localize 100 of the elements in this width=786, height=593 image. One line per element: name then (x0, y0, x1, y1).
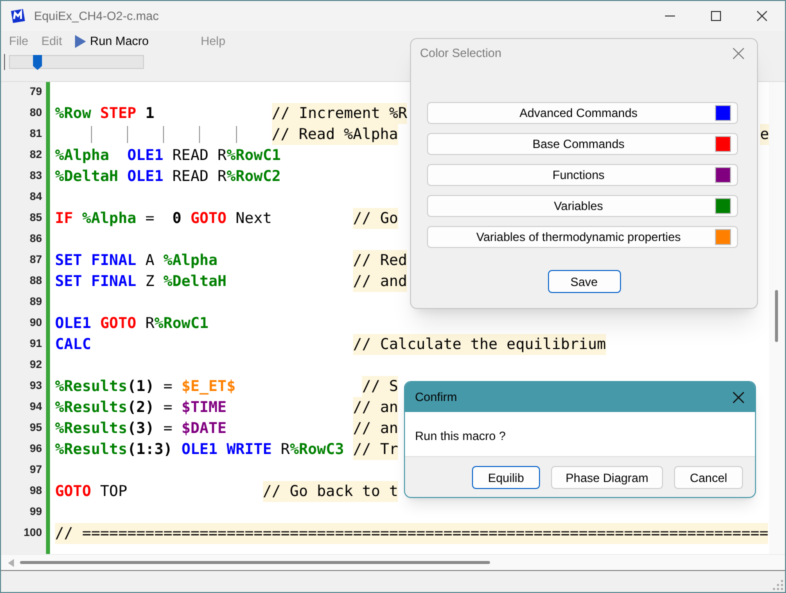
dialog-title: Color Selection (420, 45, 502, 62)
line-number: 97 (30, 463, 42, 478)
code-text: Z (145, 271, 154, 292)
menu-item[interactable]: Run Macro (75, 32, 149, 50)
maximize-icon[interactable] (711, 11, 721, 21)
code-text: = (163, 418, 172, 439)
code-value: (1) (127, 376, 154, 397)
variable-name: %RowC2 (226, 166, 281, 187)
code-value: (1:3) (127, 439, 172, 460)
line-number: 92 (30, 358, 42, 374)
code-comment: // Tr (353, 439, 398, 460)
close-icon[interactable] (757, 11, 767, 21)
save-button[interactable]: Save (548, 270, 620, 293)
line-number: 79 (30, 85, 42, 100)
function-name: $DATE (181, 418, 227, 439)
color-swatch[interactable] (715, 229, 731, 245)
variable-name: %DeltaH (55, 166, 118, 187)
variable-name: %Results (55, 376, 128, 397)
code-comment: // and (353, 271, 408, 292)
property-variable: $E_ET$ (181, 376, 236, 397)
line-number: 90 (30, 316, 42, 332)
variable-name: %RowC3 (290, 439, 344, 460)
variable-name: %Alpha (55, 145, 110, 166)
color-swatch[interactable] (715, 167, 731, 183)
variable-name: %DeltaH (163, 271, 227, 292)
scrollbar-thumb[interactable] (775, 290, 778, 342)
variable-name: %Alpha (82, 208, 136, 229)
dialog-button[interactable]: Cancel (674, 466, 743, 489)
command-keyword: WRITE (226, 439, 272, 460)
code-text: = (163, 376, 172, 397)
play-icon (75, 34, 86, 48)
dialog-button[interactable]: Phase Diagram (551, 466, 663, 489)
color-swatch[interactable] (715, 105, 731, 121)
code-text: READ R (172, 166, 227, 187)
code-value: 0 (172, 208, 182, 229)
line-number: 95 (30, 421, 42, 436)
code-comment: // an (353, 397, 398, 418)
code-text: A (145, 250, 154, 271)
color-option-button[interactable]: Variables (427, 195, 738, 217)
line-number: 91 (30, 337, 42, 352)
dialog-button[interactable]: Equilib (472, 466, 540, 489)
command-keyword: OLE1 (181, 439, 218, 460)
line-number: 85 (30, 211, 42, 226)
line-number: 100 (24, 526, 42, 542)
line-number: 80 (30, 106, 42, 122)
slider-thumb[interactable] (33, 55, 42, 70)
code-text: = (145, 208, 154, 229)
line-number: 88 (30, 274, 42, 290)
variable-name: %RowC1 (154, 313, 209, 334)
line-number: 93 (30, 379, 42, 394)
command-keyword: FINAL (91, 271, 136, 292)
command-keyword: SET (55, 271, 82, 292)
dialog-title: Confirm (415, 389, 458, 406)
color-option-button[interactable]: Functions (427, 164, 738, 186)
code-comment: // Go (353, 208, 398, 229)
slider-track[interactable] (9, 55, 144, 69)
code-text: TOP (100, 481, 128, 502)
code-comment: // Increment %R (272, 103, 408, 124)
command-keyword: FINAL (91, 250, 136, 271)
line-number: 82 (30, 148, 42, 164)
line-number: 89 (30, 295, 42, 310)
color-swatch[interactable] (715, 198, 731, 214)
color-option-button[interactable]: Base Commands (427, 133, 738, 155)
command-keyword: OLE1 (55, 313, 92, 334)
dialog-message: Run this macro ? (415, 428, 506, 445)
code-text: R (280, 439, 290, 460)
variable-name: %Results (55, 397, 128, 418)
line-number: 86 (30, 232, 42, 248)
close-icon[interactable] (733, 392, 744, 402)
line-number: 84 (30, 190, 42, 206)
color-option-button[interactable]: Advanced Commands (427, 102, 738, 124)
color-swatch[interactable] (715, 136, 731, 152)
code-comment: // an (353, 418, 398, 439)
command-keyword: GOTO (55, 481, 92, 502)
scrollbar-thumb[interactable] (20, 561, 490, 564)
command-keyword: OLE1 (127, 145, 164, 166)
command-keyword: STEP (100, 103, 136, 124)
window-title: EquiEx_CH4-O2-c.mac (34, 8, 159, 25)
variable-name: %Row (55, 103, 92, 124)
code-value: 1 (145, 103, 154, 124)
code-comment: // Calculate the equilibrium (353, 334, 606, 355)
code-comment: // Go back to t (262, 481, 398, 502)
variable-name: %Alpha (163, 250, 218, 271)
code-value: (2) (127, 397, 154, 418)
app-logo-icon (10, 8, 26, 24)
line-number: 98 (30, 484, 42, 500)
color-option-button[interactable]: Variables of thermodynamic properties (427, 226, 738, 248)
line-number: 81 (30, 127, 42, 142)
variable-name: %Results (55, 439, 128, 460)
variable-name: %RowC1 (226, 145, 281, 166)
line-number: 94 (30, 400, 42, 416)
function-name: $TIME (181, 397, 227, 418)
code-comment: // Read %Alpha (272, 124, 398, 145)
line-number: 83 (30, 169, 42, 184)
code-value: (3) (127, 418, 154, 439)
command-keyword: CALC (55, 334, 92, 355)
code-comment: e (760, 124, 769, 145)
code-comment: // S (362, 376, 398, 397)
code-text: READ R (172, 145, 227, 166)
resize-grip-icon[interactable] (773, 580, 783, 590)
